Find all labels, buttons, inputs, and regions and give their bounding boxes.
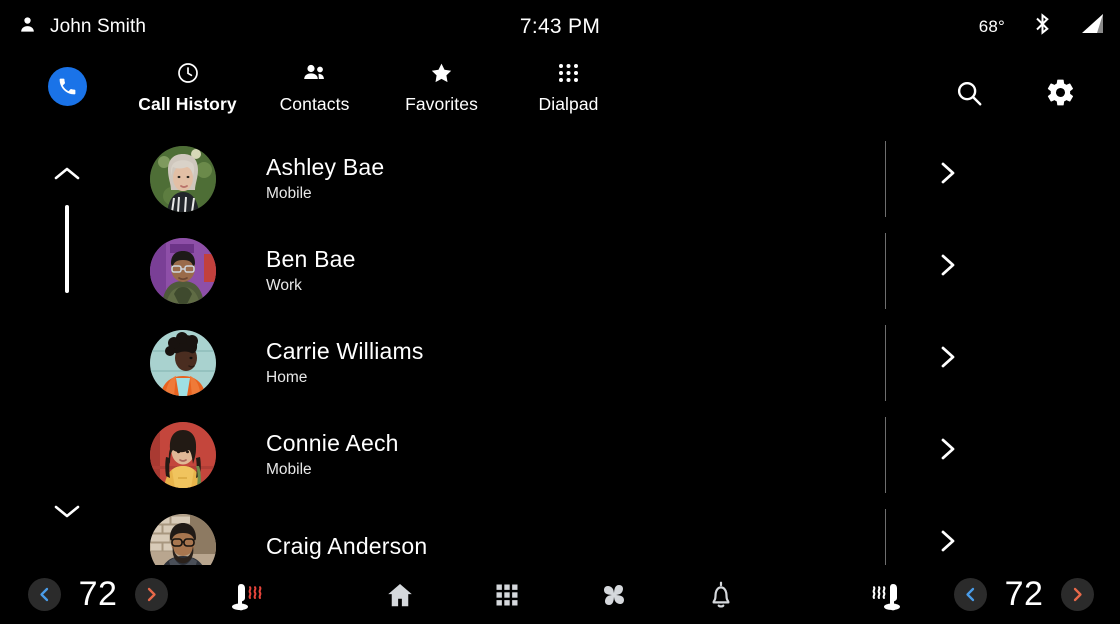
avatar	[150, 514, 216, 565]
temp-increase-button[interactable]	[1061, 578, 1094, 611]
list-item[interactable]: Connie Aech Mobile	[0, 409, 1120, 501]
status-clock: 7:43 PM	[519, 14, 601, 38]
contact-rows: Ashley Bae Mobile Ben Bae Work Carrie Wi…	[0, 133, 1120, 565]
tab-label: Contacts	[279, 94, 350, 114]
notification-bell-icon[interactable]	[699, 580, 743, 610]
contact-label: Work	[266, 277, 302, 294]
dialpad-icon	[557, 61, 580, 85]
list-item[interactable]: Craig Anderson	[0, 501, 1120, 565]
contact-name: Connie Aech	[266, 430, 399, 456]
row-divider	[885, 233, 886, 309]
list-item[interactable]: Carrie Williams Home	[0, 317, 1120, 409]
temp-decrease-button[interactable]	[954, 578, 987, 611]
chevron-right-icon[interactable]	[936, 159, 960, 192]
phone-app-icon[interactable]	[48, 67, 87, 106]
contact-name: Ashley Bae	[266, 154, 385, 180]
contact-label: Mobile	[266, 185, 312, 202]
contact-name: Ben Bae	[266, 246, 356, 272]
app-tab-bar: Call History Contacts Favorites Dialpad	[0, 53, 1120, 133]
chevron-right-icon[interactable]	[936, 435, 960, 468]
row-divider	[885, 509, 886, 565]
signal-bars-icon	[1080, 12, 1106, 41]
chevron-right-icon[interactable]	[936, 527, 960, 560]
bluetooth-icon	[1031, 11, 1054, 42]
status-bar: John Smith 7:43 PM 68°	[0, 0, 1120, 53]
row-divider	[885, 141, 886, 217]
call-history-list: Ashley Bae Mobile Ben Bae Work Carrie Wi…	[0, 133, 1120, 565]
tab-label: Call History	[138, 94, 237, 114]
tab-label: Dialpad	[538, 94, 599, 114]
avatar	[150, 330, 216, 396]
apps-grid-icon[interactable]	[485, 581, 529, 609]
avatar	[150, 146, 216, 212]
tab-dialpad[interactable]: Dialpad	[505, 61, 632, 115]
fan-climate-icon[interactable]	[592, 579, 636, 611]
row-divider	[885, 417, 886, 493]
contact-label: Home	[266, 369, 308, 386]
passenger-temperature: 72	[1004, 575, 1044, 613]
passenger-climate-control: 72	[954, 575, 1094, 614]
tab-favorites[interactable]: Favorites	[378, 61, 505, 115]
contact-name: Carrie Williams	[266, 338, 424, 364]
tab-label: Favorites	[405, 94, 478, 114]
chevron-right-icon[interactable]	[936, 251, 960, 284]
tab-call-history[interactable]: Call History	[124, 61, 251, 115]
contact-name: Craig Anderson	[266, 533, 428, 559]
avatar	[150, 238, 216, 304]
search-icon[interactable]	[954, 78, 984, 113]
system-nav-icons	[0, 579, 1120, 611]
ventilated-seat-icon[interactable]	[868, 578, 906, 617]
home-icon[interactable]	[378, 580, 422, 610]
row-divider	[885, 325, 886, 401]
outside-temperature: 68°	[978, 16, 1005, 36]
system-footer-bar: 72 72	[0, 565, 1120, 624]
tab-list: Call History Contacts Favorites Dialpad	[124, 61, 632, 115]
list-item[interactable]: Ashley Bae Mobile	[0, 133, 1120, 225]
contact-label: Mobile	[266, 461, 312, 478]
clock-icon	[176, 61, 200, 85]
star-icon	[429, 61, 454, 85]
gear-icon[interactable]	[1045, 77, 1076, 113]
tab-contacts[interactable]: Contacts	[251, 61, 378, 115]
list-item[interactable]: Ben Bae Work	[0, 225, 1120, 317]
avatar	[150, 422, 216, 488]
chevron-right-icon[interactable]	[936, 343, 960, 376]
people-icon	[302, 61, 328, 85]
